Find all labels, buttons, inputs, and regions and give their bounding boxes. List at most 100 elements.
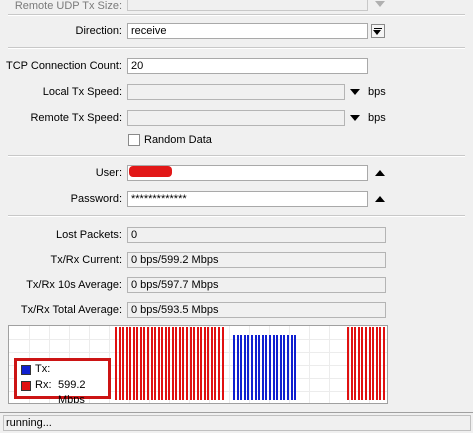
- rx-bar: [126, 327, 128, 400]
- tx-color-swatch: [21, 365, 31, 375]
- tx-bar: [251, 335, 253, 400]
- separator: [8, 14, 465, 16]
- rx-bar: [140, 327, 142, 400]
- tx-bar: [294, 335, 296, 400]
- rx-bar: [347, 327, 349, 400]
- rx-bar: [354, 327, 356, 400]
- tx-bar: [237, 335, 239, 400]
- tx-bar: [276, 335, 278, 400]
- remote-udp-tx-size-field[interactable]: [127, 0, 368, 11]
- lost-packets-value: 0: [127, 227, 386, 243]
- tx-bar: [244, 335, 246, 400]
- rx-bar: [204, 327, 206, 400]
- tcp-connection-count-input[interactable]: 20: [127, 58, 368, 74]
- rx-bar: [197, 327, 199, 400]
- legend-rx-value: 599.2 Mbps: [58, 379, 86, 404]
- rx-bar: [218, 327, 220, 400]
- tx-bar: [258, 335, 260, 400]
- dropdown-bar-icon: [374, 28, 382, 29]
- tx-bar: [283, 335, 285, 400]
- txrx-10s-average-label: Tx/Rx 10s Average:: [26, 279, 122, 291]
- remote-tx-speed-label: Remote Tx Speed:: [30, 112, 122, 124]
- rx-bar: [179, 327, 181, 400]
- rx-bar: [154, 327, 156, 400]
- direction-select[interactable]: receive: [127, 23, 368, 39]
- user-label: User:: [95, 167, 122, 179]
- rx-bar: [133, 327, 135, 400]
- separator: [8, 155, 465, 157]
- txrx-10s-average-value: 0 bps/597.7 Mbps: [127, 277, 386, 293]
- txrx-total-average-value: 0 bps/593.5 Mbps: [127, 302, 386, 318]
- tx-bar: [262, 335, 264, 400]
- rx-bar: [214, 327, 216, 400]
- tx-bar: [269, 335, 271, 400]
- random-data-checkbox[interactable]: [128, 134, 140, 146]
- redaction-mark: [129, 166, 172, 177]
- tx-bar: [240, 335, 242, 400]
- rx-bar: [379, 327, 381, 400]
- local-tx-speed-input[interactable]: [127, 84, 345, 100]
- password-input[interactable]: *************: [127, 191, 368, 207]
- chevron-down-icon: [373, 30, 381, 35]
- tcp-connection-count-label: TCP Connection Count:: [6, 60, 122, 72]
- rx-bar: [193, 327, 195, 400]
- txrx-current-label: Tx/Rx Current:: [50, 254, 122, 266]
- rx-bar: [122, 327, 124, 400]
- remote-tx-speed-unit: bps: [368, 112, 386, 124]
- user-collapse-icon[interactable]: [375, 170, 385, 176]
- status-text: running...: [3, 415, 471, 431]
- password-collapse-icon[interactable]: [375, 196, 385, 202]
- rx-bar: [119, 327, 121, 400]
- tx-bar: [233, 335, 235, 400]
- separator: [8, 215, 465, 217]
- rx-bar: [222, 327, 224, 400]
- rx-bar: [161, 327, 163, 400]
- rx-bar: [158, 327, 160, 400]
- local-tx-speed-label: Local Tx Speed:: [42, 86, 122, 98]
- rx-color-swatch: [21, 381, 31, 391]
- legend-tx-label: Tx:: [35, 363, 51, 375]
- rx-bar: [369, 327, 371, 400]
- rx-bar: [172, 327, 174, 400]
- random-data-label: Random Data: [144, 134, 212, 146]
- rx-bar: [376, 327, 378, 400]
- local-tx-speed-dropdown-icon[interactable]: [350, 89, 360, 95]
- rx-bar: [115, 327, 117, 400]
- rx-bar: [151, 327, 153, 400]
- direction-label: Direction:: [75, 25, 122, 37]
- remote-tx-speed-dropdown-icon[interactable]: [350, 115, 360, 121]
- rx-bar: [351, 327, 353, 400]
- rx-bar: [361, 327, 363, 400]
- lost-packets-label: Lost Packets:: [55, 229, 122, 241]
- rx-bar: [165, 327, 167, 400]
- rx-bar: [168, 327, 170, 400]
- tx-bar: [287, 335, 289, 400]
- rx-bar: [129, 327, 131, 400]
- graph-legend: Tx: Rx: 599.2 Mbps: [14, 358, 111, 403]
- legend-rx-label: Rx:: [35, 379, 52, 391]
- txrx-current-value: 0 bps/599.2 Mbps: [127, 252, 386, 268]
- tx-bar: [247, 335, 249, 400]
- traffic-graph: Tx: Rx: 599.2 Mbps: [8, 325, 388, 404]
- tx-bar: [255, 335, 257, 400]
- password-label: Password:: [70, 193, 122, 205]
- direction-dropdown-button[interactable]: [371, 24, 385, 38]
- rx-bar: [182, 327, 184, 400]
- rx-bar: [372, 327, 374, 400]
- rx-bar: [365, 327, 367, 400]
- rx-bar: [358, 327, 360, 400]
- status-bar: running...: [0, 412, 473, 433]
- rx-bar: [186, 327, 188, 400]
- tx-bar: [280, 335, 282, 400]
- rx-bar: [207, 327, 209, 400]
- separator: [8, 47, 465, 49]
- rx-bar: [136, 327, 138, 400]
- tx-bar: [291, 335, 293, 400]
- rx-bar: [211, 327, 213, 400]
- remote-udp-tx-size-dropdown-icon[interactable]: [375, 1, 385, 7]
- rx-bar: [383, 327, 385, 400]
- tx-bar: [273, 335, 275, 400]
- rx-bar: [147, 327, 149, 400]
- remote-udp-tx-size-label: Remote UDP Tx Size:: [14, 0, 122, 12]
- remote-tx-speed-input[interactable]: [127, 110, 345, 126]
